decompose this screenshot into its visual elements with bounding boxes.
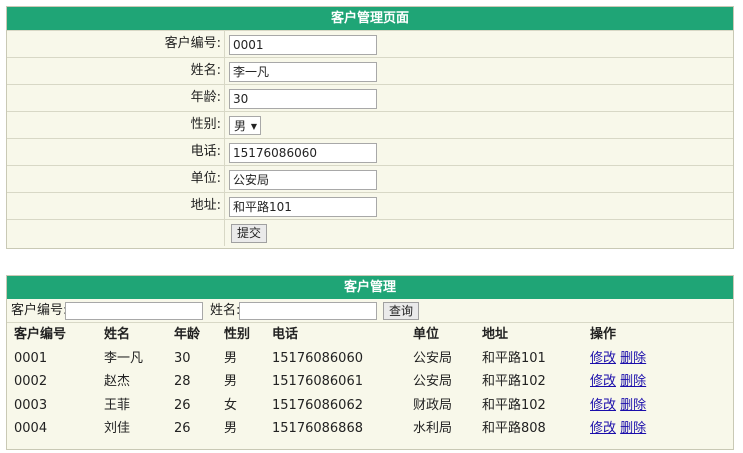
col-header-age: 年龄	[174, 327, 201, 342]
delete-link[interactable]: 删除	[620, 421, 646, 436]
delete-link[interactable]: 删除	[620, 398, 646, 413]
table-row: 0003 王菲 26 女 15176086062 财政局 和平路102 修改 删…	[7, 394, 733, 418]
search-id-label: 客户编号:	[11, 303, 68, 318]
cell-phone: 15176086868	[272, 421, 363, 436]
col-header-actions: 操作	[590, 327, 617, 342]
form-row-address: 地址: 和平路101	[7, 192, 733, 219]
col-header-address: 地址	[482, 327, 509, 342]
form-row-submit: 提交	[7, 219, 733, 246]
name-field[interactable]: 李一凡	[229, 62, 377, 82]
query-button[interactable]: 查询	[383, 302, 420, 320]
cell-address: 和平路102	[482, 374, 546, 389]
form-row-id: 客户编号: 0001	[7, 30, 733, 57]
dropdown-arrow-icon: ▼	[250, 122, 257, 131]
gender-select-value: 男	[234, 119, 247, 133]
cell-name: 李一凡	[104, 350, 144, 366]
cell-gender: 女	[224, 397, 238, 413]
form-row-gender: 性别: 男 ▼	[7, 111, 733, 138]
cell-phone: 15176086060	[272, 350, 363, 366]
cell-age: 28	[174, 374, 191, 389]
cell-address: 和平路808	[482, 421, 546, 436]
cell-name: 赵杰	[104, 374, 131, 389]
edit-link[interactable]: 修改	[590, 351, 616, 366]
cell-gender: 男	[224, 421, 238, 436]
search-name-input[interactable]	[239, 302, 377, 320]
cell-address: 和平路101	[482, 350, 546, 366]
id-field[interactable]: 0001	[229, 35, 377, 55]
form-row-unit: 单位: 公安局	[7, 165, 733, 192]
edit-link[interactable]: 修改	[590, 398, 616, 413]
age-label: 年龄:	[190, 90, 221, 105]
cell-address: 和平路102	[482, 397, 546, 413]
cell-id: 0002	[14, 374, 48, 389]
col-header-name: 姓名	[104, 327, 131, 342]
cell-phone: 15176086061	[272, 374, 363, 389]
form-row-name: 姓名: 李一凡	[7, 57, 733, 84]
address-field[interactable]: 和平路101	[229, 197, 377, 217]
search-id-input[interactable]	[65, 302, 203, 320]
customer-list-panel: 客户管理 客户编号: 姓名: 查询 客户编号 姓名 年龄 性别 电话 单位 地址…	[6, 275, 734, 450]
table-header: 客户编号 姓名 年龄 性别 电话 单位 地址 操作	[7, 323, 733, 347]
table-row: 0001 李一凡 30 男 15176086060 公安局 和平路101 修改 …	[7, 347, 733, 371]
delete-link[interactable]: 删除	[620, 351, 646, 366]
cell-gender: 男	[224, 374, 238, 389]
cell-age: 26	[174, 421, 191, 436]
col-header-id: 客户编号	[14, 327, 67, 342]
cell-unit: 公安局	[413, 374, 453, 389]
phone-label: 电话:	[190, 144, 221, 159]
cell-unit: 水利局	[413, 421, 453, 436]
search-name-label: 姓名:	[210, 303, 241, 318]
gender-label: 性别:	[190, 117, 221, 132]
cell-id: 0001	[14, 350, 48, 366]
gender-select[interactable]: 男 ▼	[229, 116, 261, 135]
form-row-phone: 电话: 15176086060	[7, 138, 733, 165]
search-bar: 客户编号: 姓名: 查询	[7, 299, 733, 323]
cell-id: 0004	[14, 421, 48, 436]
list-title: 客户管理	[7, 276, 733, 299]
col-header-phone: 电话	[272, 327, 299, 342]
id-label: 客户编号:	[164, 36, 221, 51]
cell-age: 30	[174, 350, 191, 366]
row-actions: 修改 删除	[590, 347, 646, 370]
col-header-unit: 单位	[413, 327, 440, 342]
cell-gender: 男	[224, 350, 238, 366]
unit-field[interactable]: 公安局	[229, 170, 377, 190]
cell-name: 王菲	[104, 397, 131, 413]
age-field[interactable]: 30	[229, 89, 377, 109]
submit-button[interactable]: 提交	[231, 224, 268, 243]
cell-name: 刘佳	[104, 421, 131, 436]
name-label: 姓名:	[190, 63, 221, 78]
row-actions: 修改 删除	[590, 417, 646, 440]
edit-link[interactable]: 修改	[590, 374, 616, 389]
unit-label: 单位:	[190, 171, 221, 186]
phone-field[interactable]: 15176086060	[229, 143, 377, 163]
form-title: 客户管理页面	[7, 7, 733, 30]
cell-id: 0003	[14, 397, 48, 413]
address-label: 地址:	[190, 198, 221, 213]
table-row: 0004 刘佳 26 男 15176086868 水利局 和平路808 修改 删…	[7, 417, 733, 441]
cell-phone: 15176086062	[272, 397, 363, 413]
delete-link[interactable]: 删除	[620, 374, 646, 389]
cell-age: 26	[174, 397, 191, 413]
customer-form-panel: 客户管理页面 客户编号: 0001 姓名: 李一凡 年龄: 30 性别: 男 ▼…	[6, 6, 734, 249]
row-actions: 修改 删除	[590, 394, 646, 417]
col-header-gender: 性别	[224, 327, 251, 342]
row-actions: 修改 删除	[590, 370, 646, 393]
form-row-age: 年龄: 30	[7, 84, 733, 111]
cell-unit: 财政局	[413, 397, 453, 413]
table-row: 0002 赵杰 28 男 15176086061 公安局 和平路102 修改 删…	[7, 370, 733, 394]
edit-link[interactable]: 修改	[590, 421, 616, 436]
cell-unit: 公安局	[413, 350, 453, 366]
